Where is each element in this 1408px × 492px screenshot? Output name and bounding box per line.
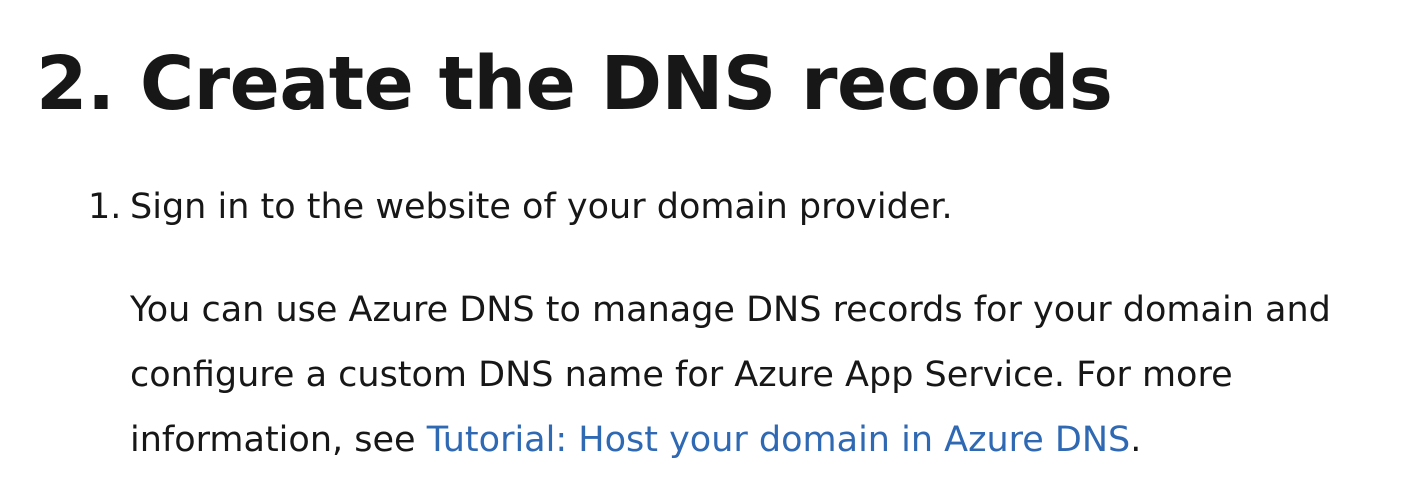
section-heading: 2. Create the DNS records: [36, 41, 1113, 127]
step-number: 1.: [88, 187, 122, 227]
step-body: Sign in to the website of your domain pr…: [130, 176, 1388, 473]
azure-dns-tutorial-link[interactable]: Tutorial: Host your domain in Azure DNS: [427, 420, 1131, 460]
step-title: Sign in to the website of your domain pr…: [130, 187, 953, 227]
step-item: 1. Sign in to the website of your domain…: [88, 176, 1388, 473]
note-line-1: You can use Azure DNS to manage DNS reco…: [130, 290, 1331, 330]
step-note: You can use Azure DNS to manage DNS reco…: [130, 278, 1360, 473]
note-line-3-prefix: information, see: [130, 420, 427, 460]
note-line-3-suffix: .: [1130, 420, 1142, 460]
steps-list: 1. Sign in to the website of your domain…: [88, 176, 1388, 473]
note-line-2: configure a custom DNS name for Azure Ap…: [130, 355, 1233, 395]
